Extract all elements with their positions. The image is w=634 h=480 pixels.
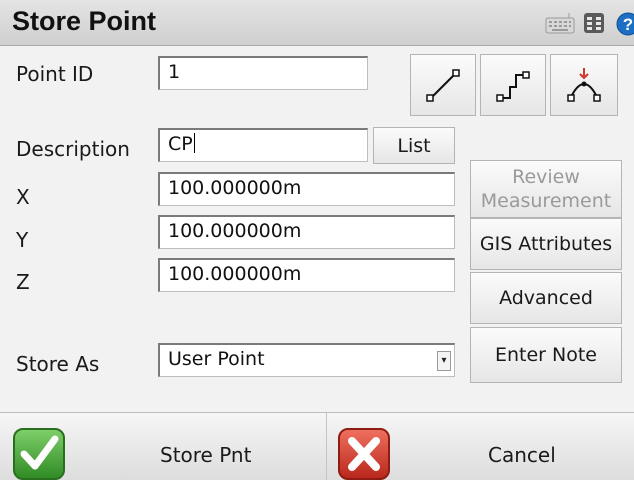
store-pnt-button[interactable]: Store Pnt: [0, 413, 326, 480]
enter-note-button[interactable]: Enter Note: [470, 327, 622, 383]
store-as-label: Store As: [16, 352, 100, 376]
cancel-label: Cancel: [488, 443, 556, 467]
cancel-button[interactable]: Cancel: [327, 413, 634, 480]
review-label-line2: Measurement: [480, 190, 612, 212]
title-bar: Store Point ?: [0, 0, 634, 46]
z-value: 100.000000m: [168, 263, 302, 285]
dropdown-arrow-icon[interactable]: ▾: [437, 351, 451, 371]
grid-icon[interactable]: [583, 12, 605, 34]
z-input[interactable]: 100.000000m: [158, 258, 455, 292]
list-button[interactable]: List: [373, 127, 455, 164]
text-caret: [193, 133, 195, 153]
review-measurement-button: Review Measurement: [470, 160, 622, 218]
svg-text:?: ?: [623, 15, 633, 34]
polyline-tool-button[interactable]: [480, 54, 546, 116]
checkmark-icon: [13, 428, 65, 480]
arc-point-icon: [567, 68, 601, 102]
y-label: Y: [16, 228, 29, 252]
point-id-label: Point ID: [16, 62, 94, 86]
x-input[interactable]: 100.000000m: [158, 172, 455, 206]
store-as-value: User Point: [168, 348, 265, 370]
help-icon[interactable]: ?: [616, 12, 634, 36]
cancel-x-icon: [338, 428, 390, 480]
gis-attributes-button[interactable]: GIS Attributes: [470, 218, 622, 270]
y-value: 100.000000m: [168, 220, 302, 242]
x-value: 100.000000m: [168, 177, 302, 199]
keyboard-icon[interactable]: [545, 12, 575, 34]
description-value: CP: [168, 133, 193, 155]
review-label-line1: Review: [512, 166, 580, 188]
arc-tool-button[interactable]: [550, 54, 618, 116]
bottom-action-bar: Store Pnt Cancel: [0, 412, 634, 480]
description-label: Description: [16, 137, 130, 161]
window-title: Store Point: [12, 6, 157, 36]
point-id-value: 1: [168, 61, 181, 83]
store-as-select[interactable]: User Point ▾: [158, 343, 455, 377]
store-pnt-label: Store Pnt: [160, 443, 252, 467]
line-tool-button[interactable]: [410, 54, 476, 116]
line-icon: [426, 69, 460, 102]
y-input[interactable]: 100.000000m: [158, 215, 455, 249]
description-input[interactable]: CP: [158, 128, 368, 162]
point-id-input[interactable]: 1: [158, 56, 368, 90]
polyline-icon: [496, 71, 530, 102]
z-label: Z: [16, 270, 30, 294]
x-label: X: [16, 185, 30, 209]
advanced-button[interactable]: Advanced: [470, 272, 622, 324]
